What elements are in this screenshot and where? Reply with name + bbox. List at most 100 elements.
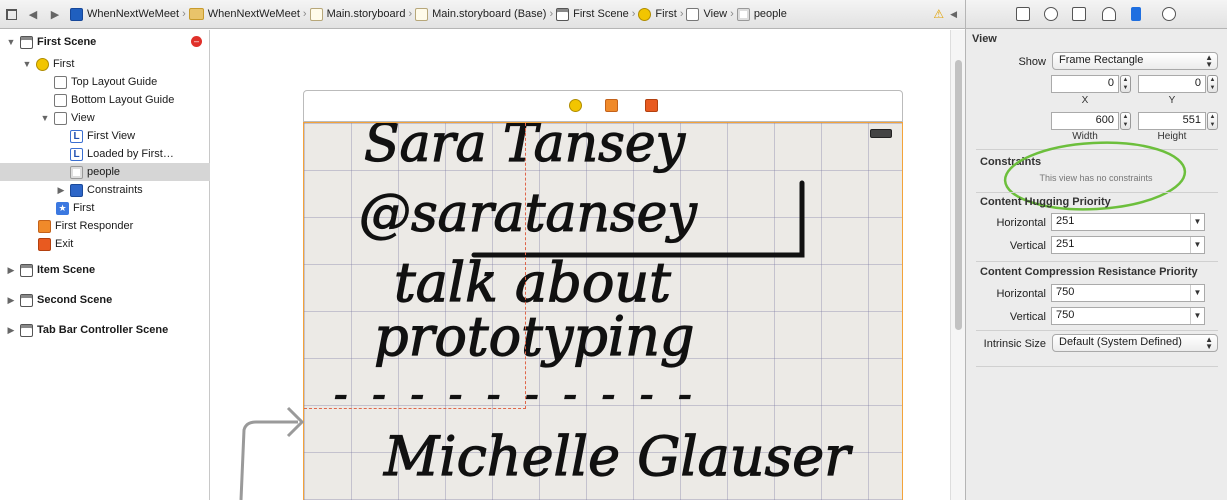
- view-icon: [686, 7, 700, 21]
- outline-row-first-view-label[interactable]: L First View: [0, 127, 210, 145]
- outline-row-view-controller[interactable]: ▼ First: [0, 55, 210, 73]
- image-view-icon: [736, 7, 750, 21]
- crumb-image-view[interactable]: people: [736, 7, 787, 21]
- crumb-group[interactable]: WhenNextWeMeet: [188, 8, 300, 20]
- x-label: X: [1081, 95, 1089, 106]
- disclosure-triangle-right-icon[interactable]: ▶: [6, 265, 16, 276]
- outline-row-first-scene[interactable]: ▼ First Scene –: [0, 33, 210, 51]
- chevron-left-icon[interactable]: ◀: [950, 9, 957, 20]
- combo-value: 750: [1056, 286, 1075, 298]
- crumb-scene[interactable]: First Scene: [556, 7, 629, 21]
- chevron-up-down-icon: ▲ ▼: [1205, 335, 1213, 351]
- chevron-separator-icon: ›: [182, 8, 186, 20]
- people-image-view[interactable]: Sara Tansey @saratansey talk about proto…: [303, 122, 903, 500]
- back-button[interactable]: ◀: [22, 0, 44, 28]
- show-popup[interactable]: Frame Rectangle ▲ ▼: [1052, 52, 1218, 70]
- scene-icon: [20, 263, 33, 277]
- disclosure-triangle-right-icon[interactable]: ▶: [56, 185, 66, 196]
- first-responder-cube-icon[interactable]: [605, 99, 618, 112]
- crumb-storyboard-base[interactable]: Main.storyboard (Base): [415, 7, 547, 21]
- x-stepper[interactable]: ▲ ▼: [1120, 75, 1131, 93]
- compression-horizontal-combo[interactable]: 750 ▼: [1051, 284, 1205, 302]
- star-icon: ★: [56, 201, 69, 215]
- outline-row-first-responder[interactable]: First Responder: [0, 217, 210, 235]
- compression-vertical-combo[interactable]: 750 ▼: [1051, 307, 1205, 325]
- x-field[interactable]: 0: [1051, 75, 1119, 93]
- outline-row-bottom-layout-guide[interactable]: Bottom Layout Guide: [0, 91, 210, 109]
- outline-row-constraints[interactable]: ▶ Constraints: [0, 181, 210, 199]
- disclosure-triangle-icon[interactable]: ▼: [40, 113, 50, 123]
- crumb-label: Main.storyboard: [326, 8, 406, 20]
- outline-row-view[interactable]: ▼ View: [0, 109, 210, 127]
- image-view-icon: [70, 165, 83, 179]
- quick-help-icon[interactable]: [1044, 7, 1058, 21]
- forward-button[interactable]: ▶: [44, 0, 66, 28]
- storyboard-canvas[interactable]: Sara Tansey @saratansey talk about proto…: [211, 30, 950, 500]
- section-divider: [976, 330, 1218, 331]
- crumb-label: Main.storyboard (Base): [432, 8, 547, 20]
- chevron-right-icon: ▶: [50, 8, 60, 21]
- hugging-vertical-combo[interactable]: 251 ▼: [1051, 236, 1205, 254]
- width-field[interactable]: 600: [1051, 112, 1119, 130]
- hugging-horizontal-combo[interactable]: 251 ▼: [1051, 213, 1205, 231]
- y-field[interactable]: 0: [1138, 75, 1206, 93]
- outline-label: Top Layout Guide: [71, 76, 158, 88]
- entry-point-arrow-icon[interactable]: [236, 400, 306, 500]
- chevron-separator-icon: ›: [408, 8, 413, 20]
- outline-label: First Scene: [37, 36, 97, 48]
- battery-icon: [870, 129, 892, 138]
- identity-inspector-icon[interactable]: [1072, 7, 1086, 21]
- crumb-view-controller[interactable]: First: [638, 7, 677, 21]
- y-stepper[interactable]: ▲ ▼: [1207, 75, 1218, 93]
- compression-horizontal-label: Horizontal: [996, 288, 1046, 300]
- outline-row-exit[interactable]: Exit: [0, 235, 210, 253]
- combo-value: 251: [1056, 215, 1075, 227]
- chevron-down-icon[interactable]: ▼: [1190, 214, 1204, 230]
- crumb-view[interactable]: View: [686, 7, 727, 21]
- error-badge-icon[interactable]: –: [191, 36, 202, 47]
- scrollbar-thumb[interactable]: [955, 60, 962, 330]
- outline-row-top-layout-guide[interactable]: Top Layout Guide: [0, 73, 210, 91]
- chevron-down-icon[interactable]: ▼: [1190, 308, 1204, 324]
- outline-row-tab-bar-item[interactable]: ★ First: [0, 199, 210, 217]
- chevron-separator-icon: ›: [631, 8, 636, 20]
- layout-guide-icon: [54, 93, 67, 107]
- height-field[interactable]: 551: [1138, 112, 1206, 130]
- chevron-left-icon: ◀: [28, 8, 38, 21]
- disclosure-triangle-icon[interactable]: ▼: [6, 37, 16, 47]
- exit-icon[interactable]: [645, 99, 658, 112]
- related-items-button[interactable]: [0, 0, 22, 28]
- compression-vertical-label: Vertical: [1009, 311, 1046, 323]
- intrinsic-size-popup[interactable]: Default (System Defined) ▲ ▼: [1052, 334, 1218, 352]
- disclosure-triangle-right-icon[interactable]: ▶: [6, 295, 16, 306]
- crumb-storyboard[interactable]: Main.storyboard: [309, 7, 406, 21]
- canvas-vertical-scrollbar[interactable]: [950, 30, 965, 500]
- exit-icon: [38, 237, 51, 251]
- view-controller-icon[interactable]: [569, 99, 582, 112]
- disclosure-triangle-right-icon[interactable]: ▶: [6, 325, 16, 336]
- label-icon: L: [70, 147, 83, 161]
- outline-row-people-image[interactable]: people: [0, 163, 210, 181]
- chevron-up-down-icon: ▲ ▼: [1205, 53, 1213, 69]
- disclosure-triangle-icon[interactable]: ▼: [22, 59, 32, 69]
- chevron-down-icon[interactable]: ▼: [1190, 237, 1204, 253]
- size-inspector-icon[interactable]: [1131, 7, 1141, 21]
- crumb-project[interactable]: WhenNextWeMeet: [70, 7, 179, 21]
- outline-row-loaded-by-label[interactable]: L Loaded by First…: [0, 145, 210, 163]
- chevron-separator-icon: ›: [730, 8, 734, 20]
- connections-inspector-icon[interactable]: [1162, 7, 1176, 21]
- project-icon: [70, 7, 83, 21]
- outline-row-tab-bar-controller-scene[interactable]: ▶ Tab Bar Controller Scene: [0, 321, 210, 339]
- height-stepper[interactable]: ▲ ▼: [1207, 112, 1218, 130]
- outline-label: Second Scene: [37, 294, 113, 306]
- handwriting-line: Michelle Glauser: [383, 425, 853, 488]
- file-inspector-icon[interactable]: [1016, 7, 1030, 21]
- outline-row-item-scene[interactable]: ▶ Item Scene: [0, 261, 210, 279]
- chevron-down-icon[interactable]: ▼: [1190, 285, 1204, 301]
- storyboard-file-icon: [309, 7, 323, 21]
- warning-icon[interactable]: ⚠: [933, 7, 944, 21]
- width-stepper[interactable]: ▲ ▼: [1120, 112, 1131, 130]
- outline-row-second-scene[interactable]: ▶ Second Scene: [0, 291, 210, 309]
- outline-label: Exit: [55, 238, 74, 250]
- attributes-inspector-icon[interactable]: [1102, 7, 1116, 21]
